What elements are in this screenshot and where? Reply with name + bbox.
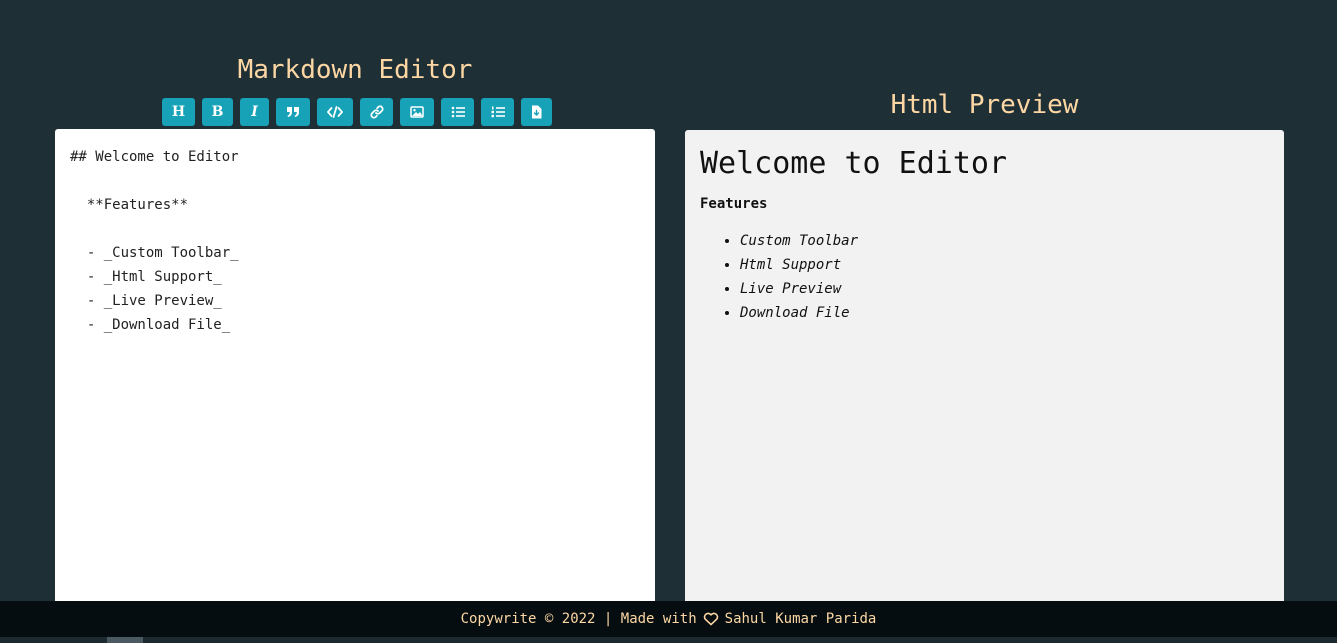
markdown-editor[interactable]: ## Welcome to Editor **Features** - _Cus… [55,129,655,609]
html-preview: Welcome to Editor Features Custom Toolba… [685,130,1284,610]
unordered-list-icon [451,106,465,118]
footer-copyright: Copywrite © 2022 | Made with [460,611,697,627]
footer-author: Sahul Kumar Parida [724,611,877,627]
heading-icon: H [171,104,186,120]
list-item: Live Preview [740,277,1269,301]
download-file-icon [532,105,542,119]
editor-title: Markdown Editor [237,55,473,85]
code-icon [327,106,343,118]
unordered-list-button[interactable] [441,98,474,126]
preview-title: Html Preview [890,90,1079,120]
list-item: Custom Toolbar [740,229,1269,253]
preview-features-label: Features [700,196,768,212]
ordered-list-icon [491,106,505,118]
markdown-toolbar: H B I [162,98,552,126]
quote-button[interactable] [276,98,310,126]
image-icon [410,106,424,118]
link-icon [369,105,384,119]
image-button[interactable] [400,98,434,126]
heading-button[interactable]: H [162,98,195,126]
heart-icon [703,612,719,626]
scrollbar-thumb[interactable] [107,637,143,643]
italic-icon: I [251,104,258,120]
bold-icon: B [211,104,224,120]
horizontal-scrollbar[interactable] [0,637,1337,643]
preview-heading: Welcome to Editor [700,146,1008,181]
code-button[interactable] [317,98,353,126]
bold-button[interactable]: B [202,98,233,126]
footer: Copywrite © 2022 | Made with Sahul Kumar… [0,601,1337,637]
ordered-list-button[interactable] [481,98,514,126]
list-item: Download File [740,301,1269,325]
quote-icon [287,107,299,117]
download-file-button[interactable] [521,98,552,126]
link-button[interactable] [360,98,393,126]
markdown-editor-text[interactable]: ## Welcome to Editor **Features** - _Cus… [70,145,640,337]
app: Markdown Editor H B I Html Preview ## We… [0,0,1337,643]
list-item: Html Support [740,253,1269,277]
preview-feature-list: Custom Toolbar Html Support Live Preview… [700,229,1269,325]
italic-button[interactable]: I [240,98,269,126]
